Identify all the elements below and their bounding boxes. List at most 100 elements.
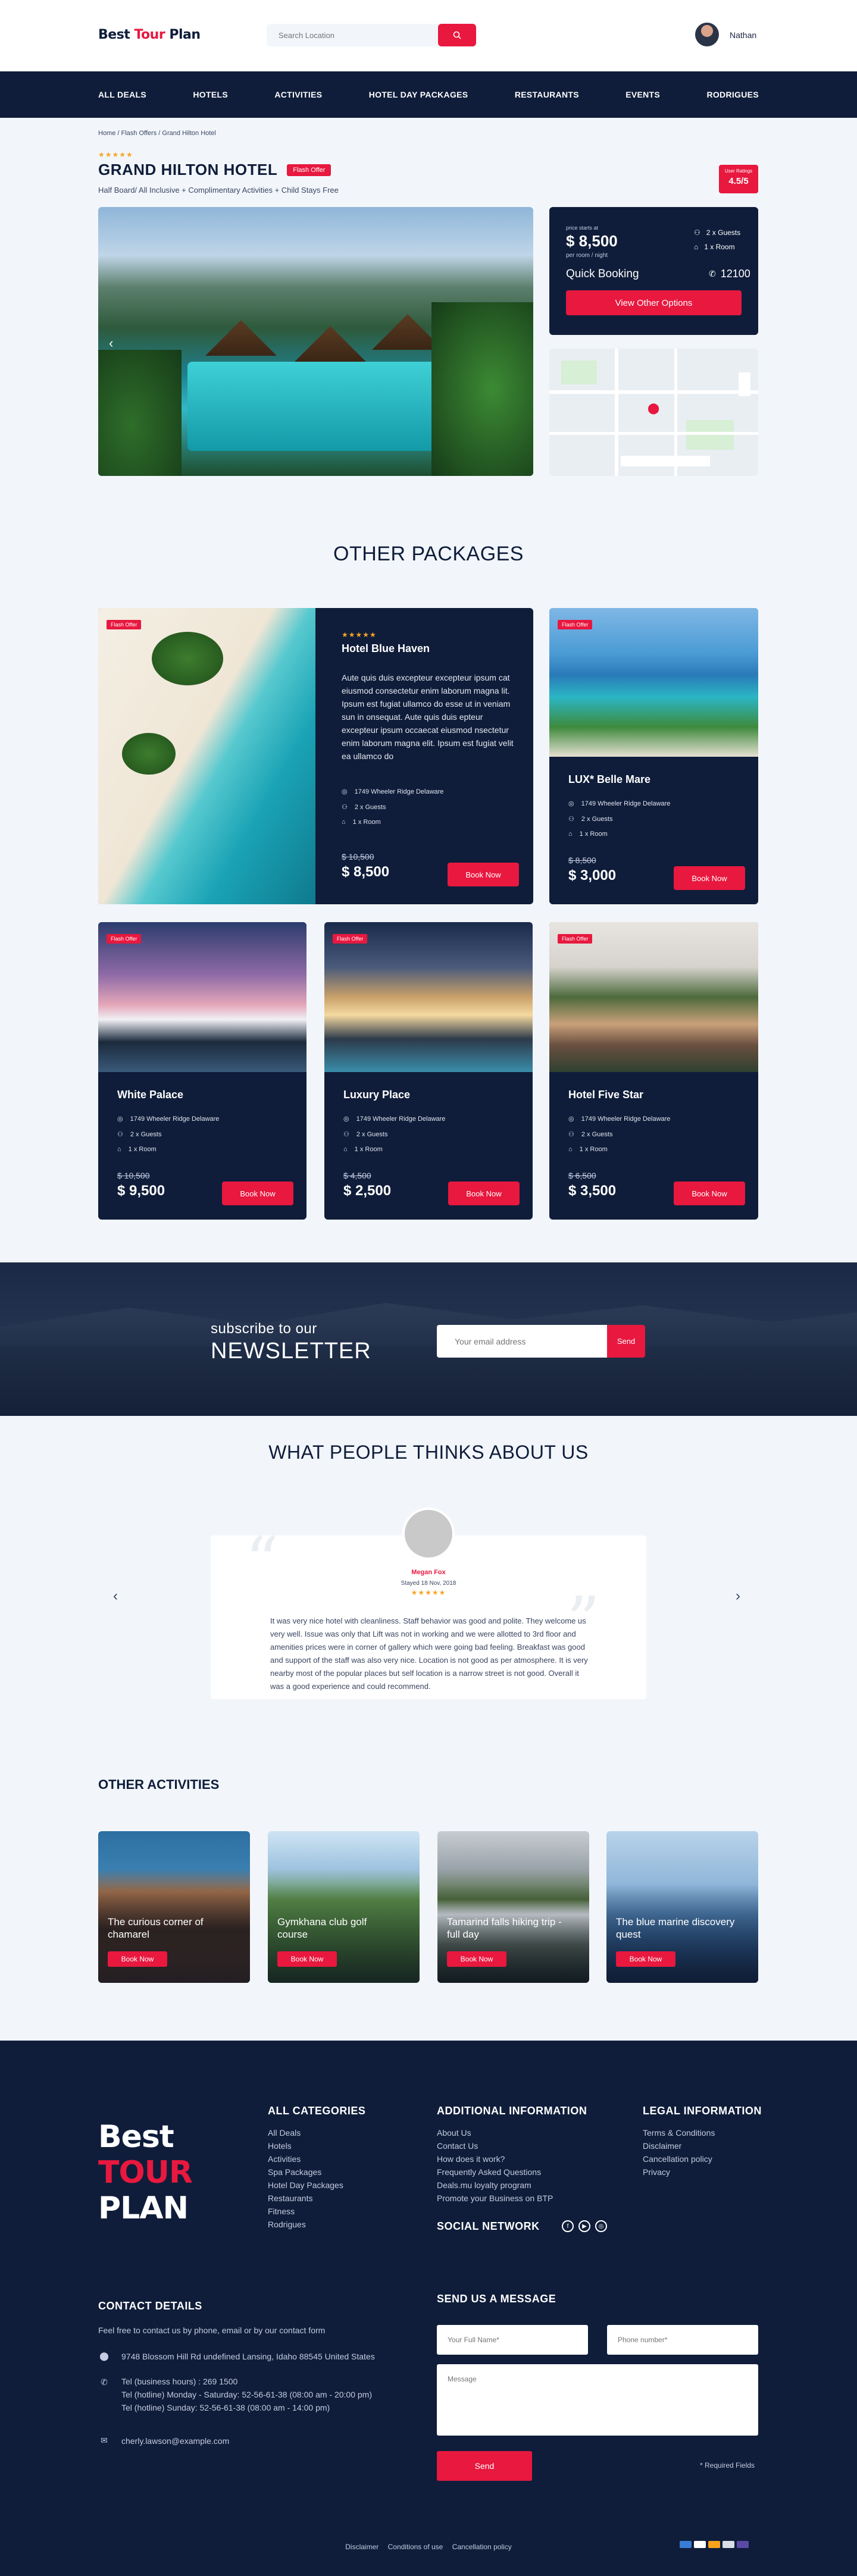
facebook-icon[interactable]: f xyxy=(562,2220,574,2232)
footer: Best TOUR PLAN ALL CATEGORIES All Deals … xyxy=(0,2041,857,2576)
newsletter-email-input[interactable] xyxy=(437,1325,607,1358)
activity-card[interactable]: The blue marine discovery quest Book Now xyxy=(606,1831,758,1983)
activity-book-button[interactable]: Book Now xyxy=(616,1951,675,1967)
nav-item-activities[interactable]: ACTIVITIES xyxy=(274,71,322,118)
activity-card[interactable]: Tamarind falls hiking trip - full day Bo… xyxy=(437,1831,589,1983)
footer-link[interactable]: Activities xyxy=(268,2152,343,2166)
contact-email[interactable]: cherly.lawson@example.com xyxy=(121,2434,229,2447)
book-now-button[interactable]: Book Now xyxy=(222,1182,293,1205)
book-now-button[interactable]: Book Now xyxy=(674,1182,745,1205)
mastercard-icon xyxy=(708,2541,720,2548)
guests-info: ⚇ 2 x Guests xyxy=(694,228,741,237)
package-name[interactable]: Hotel Five Star xyxy=(568,1089,643,1101)
footer-link[interactable]: Fitness xyxy=(268,2205,343,2218)
footer-link[interactable]: Rodrigues xyxy=(268,2218,343,2231)
nav-item-restaurants[interactable]: RESTAURANTS xyxy=(515,71,579,118)
activity-title: The curious corner of chamarel xyxy=(108,1916,204,1940)
phone-line[interactable]: Tel (hotline) Sunday: 52-56-61-38 (08:00… xyxy=(121,2401,372,2414)
footer-link[interactable]: Hotels xyxy=(268,2139,343,2152)
nav-item-all-deals[interactable]: ALL DEALS xyxy=(98,71,146,118)
location-map[interactable]: ⬤ xyxy=(549,349,758,476)
activity-book-button[interactable]: Book Now xyxy=(277,1951,337,1967)
map-controls[interactable] xyxy=(621,456,710,466)
newsletter-line2: NEWSLETTER xyxy=(211,1339,371,1364)
card-icon xyxy=(694,2541,706,2548)
search-button[interactable] xyxy=(438,24,476,46)
footer-link[interactable]: Deals.mu loyalty program xyxy=(437,2179,553,2192)
other-packages-title: OTHER PACKAGES xyxy=(333,543,524,565)
categories-list: All Deals Hotels Activities Spa Packages… xyxy=(268,2126,343,2231)
footer-link[interactable]: Frequently Asked Questions xyxy=(437,2166,553,2179)
newsletter-overlay xyxy=(0,1262,857,1416)
view-other-options-button[interactable]: View Other Options xyxy=(566,290,742,315)
map-zoom-controls[interactable] xyxy=(739,372,750,396)
nav-item-events[interactable]: EVENTS xyxy=(625,71,660,118)
book-now-button[interactable]: Book Now xyxy=(448,863,519,886)
package-room: ⌂ 1 x Room xyxy=(117,1146,157,1153)
phone-line[interactable]: Tel (business hours) : 269 1500 xyxy=(121,2375,372,2388)
footer-link[interactable]: Contact Us xyxy=(437,2139,553,2152)
activity-book-button[interactable]: Book Now xyxy=(108,1951,167,1967)
phone-number-input[interactable] xyxy=(607,2325,758,2355)
instagram-icon[interactable]: ◎ xyxy=(595,2220,607,2232)
book-now-button[interactable]: Book Now xyxy=(448,1182,520,1205)
quick-booking-number[interactable]: ✆ 12100 xyxy=(709,268,750,280)
package-name[interactable]: Hotel Blue Haven xyxy=(342,643,430,655)
activity-card[interactable]: The curious corner of chamarel Book Now xyxy=(98,1831,250,1983)
footer-logo[interactable]: Best TOUR PLAN xyxy=(98,2119,193,2226)
package-name[interactable]: Luxury Place xyxy=(343,1089,410,1101)
chevron-left-icon[interactable]: ‹ xyxy=(109,336,113,351)
search-icon xyxy=(453,31,461,39)
chevron-right-icon[interactable]: › xyxy=(736,1588,740,1604)
package-room: ⌂ 1 x Room xyxy=(568,1146,608,1153)
footer-link[interactable]: How does it work? xyxy=(437,2152,553,2166)
search-input[interactable] xyxy=(267,24,439,46)
footer-link[interactable]: Cancellation policy xyxy=(643,2152,715,2166)
send-message-button[interactable]: Send xyxy=(437,2451,532,2481)
hotel-main-image[interactable]: ‹ xyxy=(98,207,533,476)
price-label: price starts at xyxy=(566,225,599,231)
footer-link[interactable]: About Us xyxy=(437,2126,553,2139)
package-image[interactable] xyxy=(549,608,758,757)
location-pin-icon: ◎ xyxy=(568,1115,574,1123)
nav-item-hotel-day-packages[interactable]: HOTEL DAY PACKAGES xyxy=(369,71,468,118)
nav-item-hotels[interactable]: HOTELS xyxy=(193,71,228,118)
footer-link[interactable]: All Deals xyxy=(268,2126,343,2139)
footer-link[interactable]: Conditions of use xyxy=(388,2543,443,2551)
brand-logo[interactable]: Best Tour Plan xyxy=(98,27,201,42)
package-name[interactable]: LUX* Belle Mare xyxy=(568,773,650,786)
message-textarea[interactable] xyxy=(437,2364,758,2436)
package-image[interactable] xyxy=(324,922,533,1072)
map-road xyxy=(549,432,758,435)
nav-item-rodrigues[interactable]: RODRIGUES xyxy=(706,71,759,118)
reviewer-name: Megan Fox xyxy=(411,1569,446,1576)
book-now-button[interactable]: Book Now xyxy=(674,866,745,890)
footer-link[interactable]: Cancellation policy xyxy=(452,2543,512,2551)
breadcrumb[interactable]: Home / Flash Offers / Grand Hilton Hotel xyxy=(98,130,216,137)
footer-link[interactable]: Privacy xyxy=(643,2166,715,2179)
full-name-input[interactable] xyxy=(437,2325,588,2355)
package-name[interactable]: White Palace xyxy=(117,1089,183,1101)
newsletter-send-button[interactable]: Send xyxy=(607,1325,645,1358)
footer-link[interactable]: Promote your Business on BTP xyxy=(437,2192,553,2205)
footer-link[interactable]: Hotel Day Packages xyxy=(268,2179,343,2192)
legal-heading: LEGAL INFORMATION xyxy=(643,2105,762,2117)
user-name[interactable]: Nathan xyxy=(730,30,756,40)
package-image[interactable] xyxy=(549,922,758,1072)
package-image[interactable] xyxy=(98,922,306,1072)
footer-link[interactable]: Spa Packages xyxy=(268,2166,343,2179)
activity-card[interactable]: Gymkhana club golf course Book Now xyxy=(268,1831,420,1983)
footer-link[interactable]: Terms & Conditions xyxy=(643,2126,715,2139)
youtube-icon[interactable]: ▶ xyxy=(578,2220,590,2232)
avatar[interactable] xyxy=(695,23,719,46)
newsletter-section: subscribe to our NEWSLETTER Send xyxy=(0,1262,857,1416)
package-guests: ⚇ 2 x Guests xyxy=(117,1130,162,1139)
chevron-left-icon[interactable]: ‹ xyxy=(113,1588,118,1604)
footer-link[interactable]: Restaurants xyxy=(268,2192,343,2205)
package-image[interactable] xyxy=(98,608,315,904)
palm-shape xyxy=(152,632,223,685)
footer-link[interactable]: Disclaimer xyxy=(345,2543,379,2551)
activity-book-button[interactable]: Book Now xyxy=(447,1951,506,1967)
footer-link[interactable]: Disclaimer xyxy=(643,2139,715,2152)
phone-line[interactable]: Tel (hotline) Monday - Saturday: 52-56-6… xyxy=(121,2388,372,2401)
